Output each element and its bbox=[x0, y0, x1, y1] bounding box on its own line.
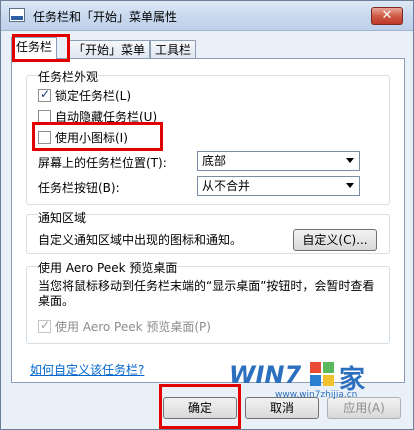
checkbox-box bbox=[38, 110, 51, 123]
help-link[interactable]: 如何自定义该任务栏? bbox=[30, 361, 144, 378]
watermark-text: WIN7 bbox=[229, 361, 302, 389]
taskbar-location-select[interactable]: 底部 bbox=[197, 151, 360, 171]
checkbox-label: 使用小图标(I) bbox=[55, 131, 128, 145]
tab-start-menu[interactable]: 「开始」菜单 bbox=[68, 40, 151, 59]
appearance-group-title: 任务栏外观 bbox=[38, 68, 99, 85]
aero-peek-description: 当您将鼠标移动到任务栏末端的“显示桌面”按钮时，会暂时查看桌面。 bbox=[38, 279, 375, 308]
notification-description: 自定义通知区域中出现的图标和通知。 bbox=[38, 233, 243, 247]
chevron-down-icon bbox=[346, 158, 354, 163]
taskbar-app-icon bbox=[9, 8, 25, 22]
checkbox-label: 使用 Aero Peek 预览桌面(P) bbox=[55, 320, 211, 334]
select-value: 底部 bbox=[202, 154, 227, 168]
tab-taskbar[interactable]: 任务栏 bbox=[11, 37, 58, 60]
checkbox-label: 自动隐藏任务栏(U) bbox=[55, 110, 158, 124]
checkbox-box bbox=[38, 131, 51, 144]
select-value: 从不合并 bbox=[202, 179, 251, 193]
tab-panel: 任务栏外观 锁定任务栏(L) 自动隐藏任务栏(U) 使用小图标(I) 屏幕上的任… bbox=[11, 58, 405, 383]
aero-peek-checkbox[interactable]: 使用 Aero Peek 预览桌面(P) bbox=[38, 318, 211, 335]
checkbox-box bbox=[38, 87, 51, 102]
window-title: 任务栏和「开始」菜单属性 bbox=[33, 10, 178, 24]
tab-toolbars[interactable]: 工具栏 bbox=[150, 40, 197, 59]
customize-button[interactable]: 自定义(C)... bbox=[293, 229, 377, 251]
watermark: WIN7 家 www.win7zhijia.cn bbox=[229, 357, 379, 401]
watermark-url: www.win7zhijia.cn bbox=[275, 390, 358, 400]
windows-logo-icon bbox=[310, 362, 334, 386]
checkbox-box bbox=[38, 318, 51, 333]
location-label: 屏幕上的任务栏位置(T): bbox=[38, 156, 167, 170]
lock-taskbar-checkbox[interactable]: 锁定任务栏(L) bbox=[38, 87, 131, 104]
small-icons-checkbox[interactable]: 使用小图标(I) bbox=[38, 129, 128, 146]
ok-button[interactable]: 确定 bbox=[163, 397, 237, 419]
autohide-taskbar-checkbox[interactable]: 自动隐藏任务栏(U) bbox=[38, 108, 157, 125]
notification-group-title: 通知区域 bbox=[38, 209, 87, 226]
buttons-label: 任务栏按钮(B): bbox=[38, 181, 120, 195]
properties-dialog: 任务栏和「开始」菜单属性 ✕ 任务栏 「开始」菜单 工具栏 任务栏外观 锁定任务… bbox=[0, 0, 414, 430]
close-button[interactable]: ✕ bbox=[371, 7, 403, 25]
chevron-down-icon bbox=[346, 183, 354, 188]
aero-peek-group-title: 使用 Aero Peek 预览桌面 bbox=[38, 259, 178, 276]
taskbar-buttons-select[interactable]: 从不合并 bbox=[197, 176, 360, 196]
title-bar[interactable]: 任务栏和「开始」菜单属性 ✕ bbox=[1, 1, 413, 31]
checkbox-label: 锁定任务栏(L) bbox=[55, 89, 132, 103]
